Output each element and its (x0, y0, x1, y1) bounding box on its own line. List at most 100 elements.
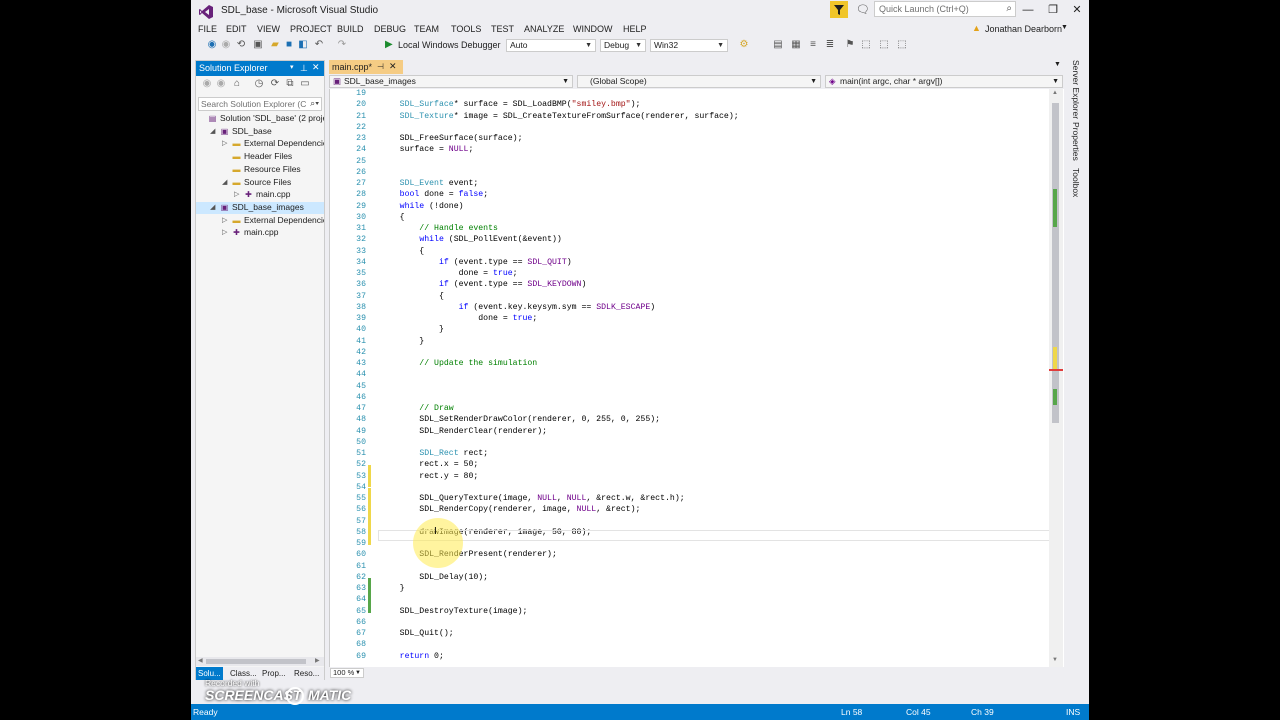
new-project-icon[interactable]: ▣ (253, 40, 263, 50)
restore-button[interactable]: ❐ (1041, 2, 1065, 18)
start-debugging-button[interactable]: Local Windows Debugger (398, 40, 501, 50)
properties-icon[interactable]: ▭ (300, 79, 310, 89)
tree-item-label: Solution 'SDL_base' (2 projec (220, 113, 324, 123)
platform-combo[interactable]: Win32 ▼ (650, 39, 728, 52)
redo-icon[interactable]: ↷ (337, 40, 347, 50)
menu-window[interactable]: WINDOW (573, 24, 613, 34)
tree-item[interactable]: ▷ ✚ main.cpp (196, 189, 324, 201)
editor-bottom-strip: 100 % ▼ (329, 668, 1064, 678)
menu-help[interactable]: HELP (623, 24, 647, 34)
refresh-icon[interactable]: ⟳ (270, 79, 280, 89)
zoom-combo[interactable]: 100 % ▼ (330, 668, 364, 678)
scroll-down-icon[interactable]: ▼ (1052, 657, 1058, 663)
tree-item[interactable]: ◢ ▣ SDL_base_images (196, 201, 324, 214)
back-icon[interactable]: ◉ (202, 79, 212, 89)
status-char: Ch 39 (971, 707, 994, 717)
bookmark-icon[interactable]: ⚑ (845, 40, 855, 50)
project-combo[interactable]: ▣ SDL_base_images ▼ (329, 75, 573, 88)
menu-team[interactable]: TEAM (414, 24, 439, 34)
menu-view[interactable]: VIEW (257, 24, 280, 34)
line-number: 28 (356, 190, 366, 200)
scrollbar-thumb[interactable] (206, 659, 306, 664)
save-icon[interactable]: ■ (284, 40, 294, 50)
menu-project[interactable]: PROJECT (290, 24, 332, 34)
minimize-button[interactable]: — (1016, 2, 1040, 18)
bookmark-prev-icon[interactable]: ⬚ (861, 40, 871, 50)
clear-bookmarks-icon[interactable]: ⬚ (897, 40, 907, 50)
tree-item[interactable]: ▤ Solution 'SDL_base' (2 projec (196, 113, 324, 125)
sync-icon[interactable]: ◷ (254, 79, 264, 89)
scroll-right-icon[interactable]: ▶ (315, 657, 320, 664)
solution-configuration-auto-combo[interactable]: Auto ▼ (506, 39, 596, 52)
tree-item[interactable]: ▬ Resource Files (196, 164, 324, 176)
menu-build[interactable]: BUILD (337, 24, 364, 34)
scope-combo[interactable]: (Global Scope) ▼ (577, 75, 821, 88)
close-icon[interactable]: ✕ (389, 61, 397, 72)
tree-item[interactable]: ▷ ▬ External Dependencie (196, 215, 324, 227)
menu-file[interactable]: FILE (198, 24, 217, 34)
function-combo[interactable]: ◈ main(int argc, char * argv[]) ▼ (825, 75, 1063, 88)
save-all-icon[interactable]: ◧ (298, 40, 308, 50)
solution-explorer-search-input[interactable]: Search Solution Explorer (C ⌕▾ (198, 97, 322, 111)
undo-history-icon[interactable]: ⟲ (236, 40, 246, 50)
quick-launch-input[interactable]: Quick Launch (Ctrl+Q) ⌕ (874, 1, 1016, 17)
find-in-files-icon[interactable]: ▤ (773, 40, 783, 50)
collapsed-arrow-icon[interactable]: ▷ (234, 190, 239, 198)
user-name[interactable]: Jonathan Dearborn (985, 24, 1062, 34)
tree-item[interactable]: ▷ ✚ main.cpp (196, 227, 324, 239)
expanded-arrow-icon[interactable]: ◢ (222, 178, 227, 186)
back-icon[interactable]: ◉ (207, 40, 217, 50)
scroll-left-icon[interactable]: ◀ (198, 657, 203, 664)
pin-icon[interactable]: ⊥ (300, 63, 308, 74)
collapsed-arrow-icon[interactable]: ▷ (222, 139, 227, 147)
indent-icon[interactable]: ≡ (808, 40, 818, 50)
horizontal-scrollbar[interactable]: ◀ ▶ (196, 657, 324, 666)
start-debug-icon[interactable]: ▶ (385, 39, 393, 50)
notification-filter-icon[interactable] (830, 1, 848, 18)
tree-item[interactable]: ◢ ▬ Source Files (196, 177, 324, 189)
chevron-down-icon[interactable]: ▼ (1061, 24, 1068, 31)
bookmark-next-icon[interactable]: ⬚ (879, 40, 889, 50)
code-editor[interactable]: 19 20 SDL_Surface* surface = SDL_LoadBMP(… (329, 89, 1064, 667)
collapsed-arrow-icon[interactable]: ▷ (222, 216, 227, 224)
code-line: 38 if (event.key.keysym.sym == SDLK_ESCA… (330, 302, 1050, 313)
configuration-combo[interactable]: Debug ▼ (600, 39, 646, 52)
feedback-icon[interactable]: 🗨 (856, 3, 870, 16)
pin-icon[interactable]: ⊣ (377, 62, 384, 71)
window-position-icon[interactable]: ▾ (290, 63, 294, 71)
tree-item[interactable]: ◢ ▣ SDL_base (196, 126, 324, 138)
close-icon[interactable]: ✕ (312, 62, 320, 73)
menu-analyze[interactable]: ANALYZE (524, 24, 564, 34)
forward-icon[interactable]: ◉ (216, 79, 226, 89)
navigation-bar: ▣ SDL_base_images ▼ (Global Scope) ▼ ◈ m… (329, 74, 1064, 90)
tree-item[interactable]: ▬ Header Files (196, 151, 324, 163)
undo-icon[interactable]: ↶ (314, 40, 324, 50)
menu-tools[interactable]: TOOLS (451, 24, 481, 34)
scroll-up-icon[interactable]: ▲ (1052, 90, 1058, 96)
forward-icon[interactable]: ◉ (221, 40, 231, 50)
menu-test[interactable]: TEST (491, 24, 514, 34)
scrollbar-thumb[interactable] (1052, 103, 1059, 423)
toolbox-tab[interactable]: Toolbox (1071, 168, 1081, 197)
code-line: 68 (330, 639, 1050, 650)
close-button[interactable]: ✕ (1065, 2, 1089, 18)
line-number: 44 (356, 370, 366, 380)
properties-tab[interactable]: Properties (1071, 122, 1081, 161)
code-line: 48 SDL_SetRenderDrawColor(renderer, 0, 2… (330, 414, 1050, 425)
comment-icon[interactable]: ▦ (791, 40, 801, 50)
expanded-arrow-icon[interactable]: ◢ (210, 127, 215, 135)
collapsed-arrow-icon[interactable]: ▷ (222, 228, 227, 236)
outdent-icon[interactable]: ≣ (825, 40, 835, 50)
collapse-all-icon[interactable]: ⧉ (285, 79, 295, 89)
vertical-scrollbar[interactable]: ▲ ▼ (1049, 89, 1063, 667)
menu-debug[interactable]: DEBUG (374, 24, 406, 34)
home-icon[interactable]: ⌂ (232, 79, 242, 89)
tree-item[interactable]: ▷ ▬ External Dependencie (196, 138, 324, 150)
expanded-arrow-icon[interactable]: ◢ (210, 203, 215, 211)
menu-edit[interactable]: EDIT (226, 24, 247, 34)
chevron-down-icon[interactable]: ▼ (1054, 61, 1061, 68)
server-explorer-tab[interactable]: Server Explorer (1071, 60, 1081, 119)
open-file-icon[interactable]: ▰ (270, 40, 280, 50)
browser-link-icon[interactable]: ⚙ (739, 40, 749, 50)
tab-main-cpp[interactable]: main.cpp* ⊣ ✕ (329, 60, 403, 74)
